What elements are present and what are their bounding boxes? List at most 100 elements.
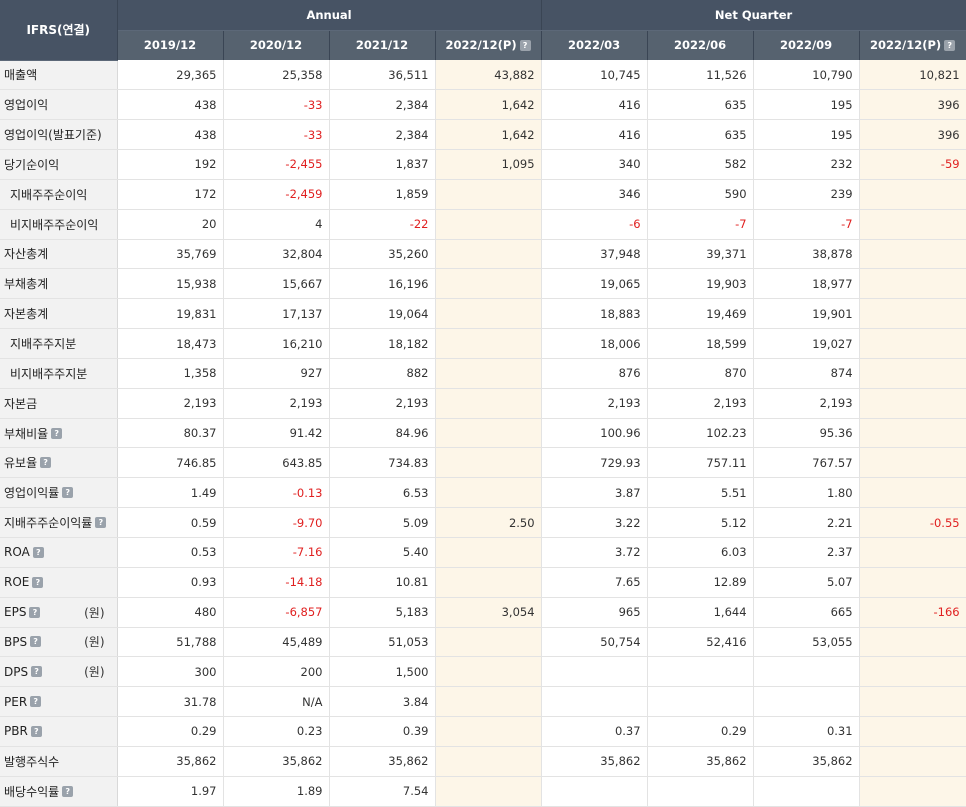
value-cell: 0.37 [541,716,648,747]
table-row: 당기순이익 192 -2,455 1,837 1,095 340 582 232 -59 [0,149,966,180]
row-label: ROE? [0,567,118,598]
help-icon[interactable]: ? [944,40,956,52]
value-cell [435,627,542,658]
value-cell [435,716,542,747]
value-cell: 19,831 [117,298,224,330]
help-icon[interactable]: ? [32,576,44,588]
row-label: 영업이익(발표기준) [0,119,118,151]
row-label: 부채비율? [0,418,118,449]
help-icon[interactable]: ? [32,546,44,558]
value-cell: 239 [753,179,860,210]
value-cell: 2,193 [753,388,860,419]
value-cell [541,656,648,688]
value-cell: -0.55 [859,507,966,538]
period-header: 2022/03 [541,30,648,60]
value-cell: 1.49 [117,477,224,509]
value-cell [859,716,966,747]
value-cell: 95.36 [753,418,860,449]
value-cell: 25,358 [223,60,330,91]
value-cell: 19,027 [753,328,860,359]
value-cell: 7.65 [541,567,648,598]
value-cell [859,358,966,389]
table-row: 지배주주순이익 172 -2,459 1,859 346 590 239 [0,179,966,210]
table-row: 부채총계 15,938 15,667 16,196 19,065 19,903 18,977 [0,268,966,300]
table-row: 영업이익률? 1.49 -0.13 6.53 3.87 5.51 1.80 [0,477,966,509]
value-cell: 1,358 [117,358,224,389]
unit-label: (원) [84,665,105,680]
value-cell: 590 [647,179,754,210]
value-cell: 15,938 [117,268,224,300]
value-cell: 52,416 [647,627,754,658]
value-cell: 1.89 [223,776,330,807]
value-cell: 2,193 [117,388,224,419]
value-cell: 757.11 [647,447,754,479]
value-cell: -2,459 [223,179,330,210]
value-cell: 10,790 [753,60,860,91]
help-icon[interactable]: ? [51,427,63,439]
period-header: 2020/12 [223,30,330,60]
value-cell: 172 [117,179,224,210]
value-cell: 232 [753,149,860,180]
value-cell: 2.37 [753,537,860,568]
value-cell: 874 [753,358,860,389]
row-label: 지배주주지분 [0,328,118,359]
value-cell: 35,862 [223,746,330,777]
value-cell [753,776,860,807]
table-row: 영업이익 438 -33 2,384 1,642 416 635 195 396 [0,89,966,121]
value-cell: 19,469 [647,298,754,330]
value-cell: 438 [117,89,224,121]
row-label: 비지배주주지분 [0,358,118,389]
help-icon[interactable]: ? [62,785,74,797]
row-label: 비지배주주순이익 [0,209,118,240]
value-cell: 192 [117,149,224,180]
value-cell: 43,882 [435,60,542,91]
help-icon[interactable]: ? [29,606,41,618]
value-cell: 18,182 [329,328,436,359]
row-label: 영업이익 [0,89,118,121]
value-cell [859,537,966,568]
value-cell [859,477,966,509]
help-icon[interactable]: ? [30,636,42,648]
value-cell: 2,384 [329,89,436,121]
value-cell [859,447,966,479]
value-cell: 870 [647,358,754,389]
table-row: 영업이익(발표기준) 438 -33 2,384 1,642 416 635 195 396 [0,119,966,151]
value-cell [435,209,542,240]
help-icon[interactable]: ? [30,696,42,708]
value-cell [435,268,542,300]
value-cell [647,686,754,718]
value-cell: 31.78 [117,686,224,718]
value-cell: 39,371 [647,239,754,270]
row-label: 배당수익률? [0,776,118,807]
help-icon[interactable]: ? [40,457,52,469]
value-cell: 0.59 [117,507,224,538]
value-cell: 29,365 [117,60,224,91]
period-header: 2022/06 [647,30,754,60]
table-row: 부채비율? 80.37 91.42 84.96 100.96 102.23 95.36 [0,418,966,449]
value-cell [859,776,966,807]
value-cell: 1,095 [435,149,542,180]
value-cell [541,776,648,807]
help-icon[interactable]: ? [62,487,74,499]
value-cell: 396 [859,119,966,151]
help-icon[interactable]: ? [519,40,531,52]
value-cell: 37,948 [541,239,648,270]
value-cell: 1,859 [329,179,436,210]
value-cell: 35,862 [647,746,754,777]
row-label: 발행주식수 [0,746,118,777]
value-cell: 19,065 [541,268,648,300]
value-cell [435,746,542,777]
value-cell: 438 [117,119,224,151]
value-cell [859,328,966,359]
value-cell: 729.93 [541,447,648,479]
help-icon[interactable]: ? [95,517,107,529]
table-row: BPS? (원) 51,788 45,489 51,053 50,754 52,416 53,… [0,627,966,658]
value-cell: 19,901 [753,298,860,330]
value-cell: 36,511 [329,60,436,91]
help-icon[interactable]: ? [31,666,43,678]
value-cell: -22 [329,209,436,240]
help-icon[interactable]: ? [30,725,42,737]
value-cell: 35,862 [329,746,436,777]
value-cell: 16,210 [223,328,330,359]
row-label: 영업이익률? [0,477,118,509]
